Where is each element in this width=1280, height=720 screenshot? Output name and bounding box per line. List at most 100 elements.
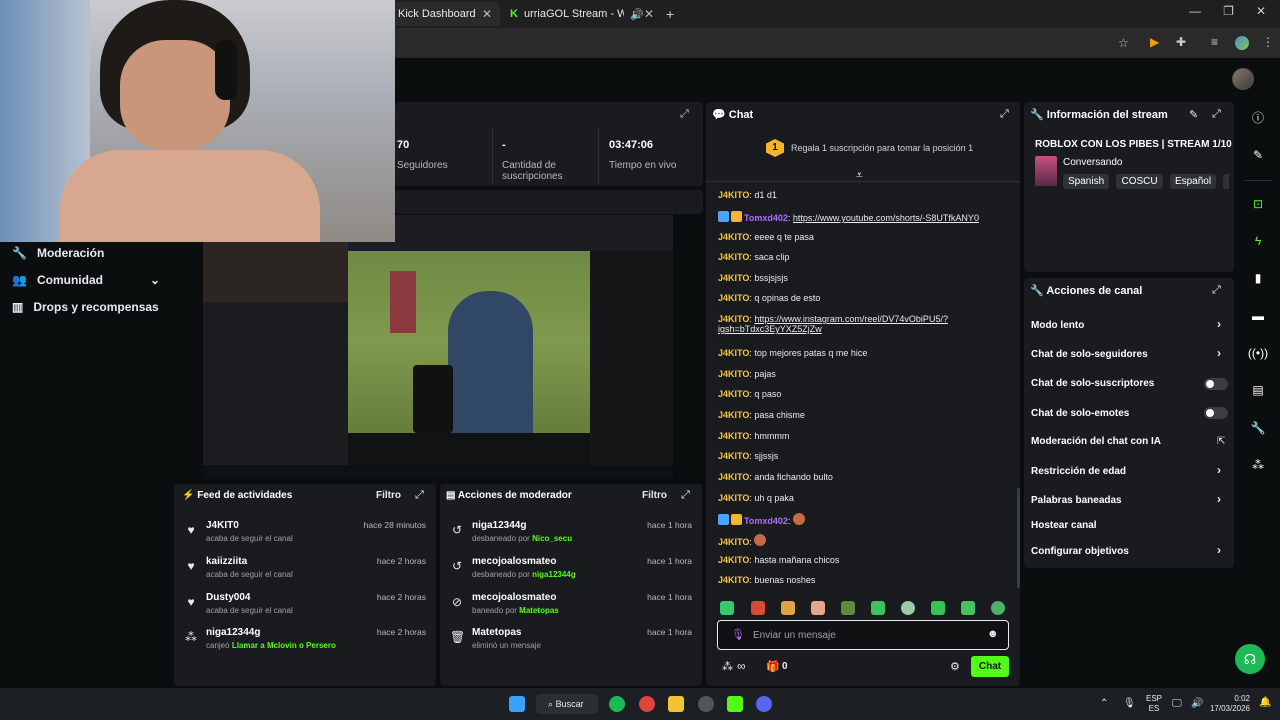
media-icon[interactable]: ≡: [1211, 35, 1218, 49]
chat-message[interactable]: J4KITO:: [718, 534, 768, 547]
emoji-icon[interactable]: ☻: [987, 628, 999, 640]
tag[interactable]: [1223, 174, 1229, 189]
chat-scrollbar[interactable]: [1017, 488, 1020, 588]
support-headset-icon[interactable]: ☊: [1235, 644, 1265, 674]
stream-video-preview[interactable]: [203, 215, 673, 478]
mod-user[interactable]: mecojoalosmateo: [472, 592, 556, 603]
close-icon[interactable]: ✕: [644, 7, 654, 21]
star-icon[interactable]: ☆: [1118, 36, 1129, 50]
avatar[interactable]: [1232, 68, 1254, 90]
chat-message[interactable]: J4KITO: https://www.instagram.com/reel/D…: [718, 314, 948, 334]
chevron-right-icon[interactable]: ›: [1217, 492, 1221, 506]
feed-user[interactable]: kaiizziita: [206, 556, 247, 567]
chat-username[interactable]: J4KITO: [718, 252, 749, 262]
chat-message[interactable]: J4KITO: q opinas de esto: [718, 293, 820, 303]
emote-icon[interactable]: [811, 601, 825, 615]
expand-icon[interactable]: ⤢: [680, 108, 689, 121]
clock[interactable]: 0:02 17/03/2026: [1208, 694, 1250, 714]
chat-username[interactable]: J4KITO: [718, 555, 749, 565]
expand-icon[interactable]: ⤢: [681, 489, 690, 502]
layout-icon[interactable]: ▤: [1247, 379, 1269, 401]
action-restriccion-edad[interactable]: Restricción de edad: [1031, 466, 1126, 477]
chat-input[interactable]: 🎙 Enviar un mensaje ☻: [717, 620, 1009, 650]
gift-icon[interactable]: 🎁: [766, 660, 780, 673]
minimize-icon[interactable]: —: [1189, 4, 1201, 18]
network-icon[interactable]: 🖵: [1172, 698, 1182, 709]
emote-icon[interactable]: [841, 601, 855, 615]
chat-message[interactable]: J4KITO: saca clip: [718, 252, 789, 262]
gift-leaderboard-text[interactable]: Regala 1 suscripción para tomar la posic…: [791, 143, 973, 153]
volume-icon[interactable]: 🔊: [1191, 698, 1203, 709]
list-item[interactable]: ⁂ niga12344g canjeó Llamar a Mclovin o P…: [174, 627, 436, 661]
tag[interactable]: Spanish: [1063, 174, 1110, 189]
emote-icon[interactable]: [931, 601, 945, 615]
expand-icon[interactable]: ⤢: [1212, 108, 1221, 121]
notification-icon[interactable]: 🔔: [1259, 697, 1271, 708]
chevron-right-icon[interactable]: ›: [1217, 543, 1221, 557]
tray-chevron-icon[interactable]: ⌃: [1100, 698, 1108, 709]
chat-message[interactable]: J4KITO: eeee q te pasa: [718, 232, 814, 242]
chat-username[interactable]: J4KITO: [718, 293, 749, 303]
extension-play-icon[interactable]: ▶: [1150, 35, 1159, 49]
document-icon[interactable]: ▮: [1247, 267, 1269, 289]
action-configurar-objetivos[interactable]: Configurar objetivos: [1031, 546, 1129, 557]
chat-link[interactable]: https://www.youtube.com/shorts/-S8UTfkAN…: [793, 213, 979, 223]
chat-message[interactable]: J4KITO: pasa chisme: [718, 410, 805, 420]
activity-filter-button[interactable]: Filtro: [376, 490, 401, 501]
new-tab-button[interactable]: +: [666, 6, 674, 22]
chat-username[interactable]: J4KITO: [718, 410, 749, 420]
emote-icon[interactable]: [720, 601, 734, 615]
list-item[interactable]: ♥ J4KIT0 acaba de seguir el canal hace 2…: [174, 520, 436, 554]
list-item[interactable]: ♥ Dusty004 acaba de seguir el canal hace…: [174, 592, 436, 626]
chat-username[interactable]: J4KITO: [718, 537, 749, 547]
focus-icon[interactable]: ⊡: [1247, 193, 1269, 215]
chat-username[interactable]: J4KITO: [718, 451, 749, 461]
list-item[interactable]: 🗑 Matetopas eliminó un mensaje hace 1 ho…: [440, 627, 702, 661]
kick-icon[interactable]: [727, 696, 743, 712]
mod-user[interactable]: niga12344g: [472, 520, 526, 531]
tab-stream[interactable]: K urriaGOL Stream - Watch Li 🔊 ✕: [502, 2, 662, 26]
mod-user[interactable]: mecojoalosmateo: [472, 556, 556, 567]
wrench-icon[interactable]: 🔧: [1247, 417, 1269, 439]
chat-username[interactable]: J4KITO: [718, 575, 749, 585]
toggle-solo-suscriptores[interactable]: [1204, 378, 1228, 390]
maximize-icon[interactable]: ❐: [1223, 4, 1234, 18]
spotify-icon[interactable]: [609, 696, 625, 712]
speaker-icon[interactable]: 🔊: [630, 8, 644, 21]
action-hostear-canal[interactable]: Hostear canal: [1031, 520, 1097, 531]
lightning-icon[interactable]: ϟ: [1247, 230, 1269, 252]
chat-message[interactable]: J4KITO: d1 d1: [718, 190, 777, 200]
chat-message[interactable]: J4KITO: sjjssjs: [718, 451, 778, 461]
list-item[interactable]: ↺ niga12344g desbaneado por Nico_secu ha…: [440, 520, 702, 554]
chat-username[interactable]: J4KITO: [718, 348, 749, 358]
close-window-icon[interactable]: ✕: [1256, 4, 1266, 18]
mod-user[interactable]: Matetopas: [472, 627, 521, 638]
action-modo-lento[interactable]: Modo lento: [1031, 320, 1084, 331]
mod-filter-button[interactable]: Filtro: [642, 490, 667, 501]
chat-username[interactable]: J4KITO: [718, 314, 749, 324]
emote-icon[interactable]: [961, 601, 975, 615]
chat-message[interactable]: J4KITO: q paso: [718, 389, 781, 399]
tab-kick-dashboard[interactable]: Kick Dashboard ✕: [390, 2, 500, 26]
menu-dots-icon[interactable]: ⋮: [1262, 35, 1274, 49]
taskbar-search[interactable]: ⌕ Buscar: [536, 694, 598, 714]
gear-icon[interactable]: ⚙: [950, 660, 960, 673]
broadcast-icon[interactable]: ((•)): [1247, 342, 1269, 364]
chat-username[interactable]: J4KITO: [718, 389, 749, 399]
nav-item-drops[interactable]: ▥ Drops y recompensas: [12, 300, 159, 314]
action-solo-seguidores[interactable]: Chat de solo-seguidores: [1031, 349, 1148, 360]
list-item[interactable]: ↺ mecojoalosmateo desbaneado por niga123…: [440, 556, 702, 590]
feed-user[interactable]: Dusty004: [206, 592, 250, 603]
windows-start-icon[interactable]: [509, 696, 525, 712]
info-icon[interactable]: ⓘ: [1247, 107, 1269, 129]
chat-username[interactable]: Tomxd402: [744, 213, 788, 223]
chevron-right-icon[interactable]: ›: [1217, 346, 1221, 360]
external-link-icon[interactable]: ⇱: [1217, 436, 1225, 447]
tag[interactable]: Español: [1169, 174, 1217, 189]
chrome-icon[interactable]: [639, 696, 655, 712]
file-explorer-icon[interactable]: [668, 696, 684, 712]
chevron-right-icon[interactable]: ›: [1217, 463, 1221, 477]
chevron-right-icon[interactable]: ›: [1217, 317, 1221, 331]
send-chat-button[interactable]: Chat: [971, 656, 1009, 677]
chat-message[interactable]: J4KITO: pajas: [718, 369, 776, 379]
